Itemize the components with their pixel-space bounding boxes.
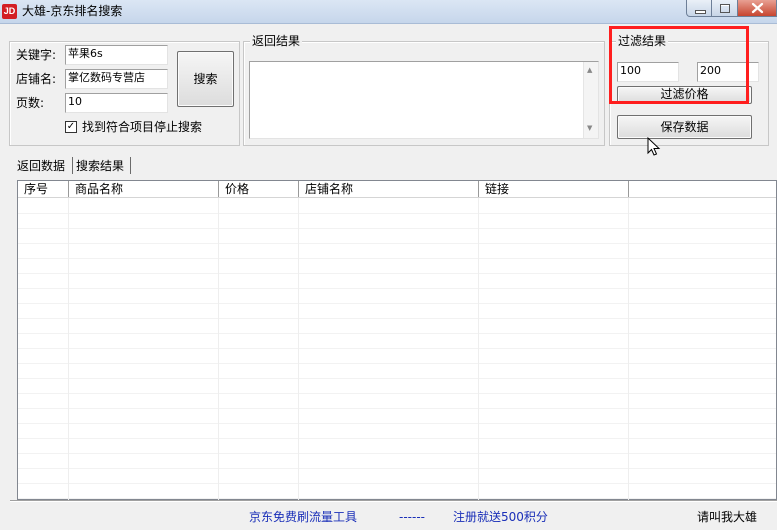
minimize-button[interactable] xyxy=(686,0,712,17)
column-header-index[interactable]: 序号 xyxy=(24,182,48,196)
table-row-line xyxy=(18,483,776,484)
status-separator-text: ------ xyxy=(399,510,425,524)
table-row-line xyxy=(18,333,776,334)
table-column-line xyxy=(478,198,479,500)
table-header: 序号 商品名称 价格 店铺名称 链接 xyxy=(18,181,776,198)
save-data-label: 保存数据 xyxy=(660,120,709,134)
table-row-line xyxy=(18,468,776,469)
table-row-line xyxy=(18,408,776,409)
table-row-line xyxy=(18,273,776,274)
table-row-line xyxy=(18,498,776,499)
app-icon: JD xyxy=(2,4,17,19)
column-header-product-name[interactable]: 商品名称 xyxy=(75,182,123,196)
column-separator[interactable] xyxy=(68,181,69,197)
table-column-line xyxy=(298,198,299,500)
shop-label: 店铺名: xyxy=(16,72,57,86)
table-row-line xyxy=(18,318,776,319)
tab-search-results[interactable]: 搜索结果 xyxy=(76,159,124,173)
close-button[interactable] xyxy=(738,0,777,17)
keyword-input[interactable]: 苹果6s xyxy=(65,45,168,65)
status-promo-text: 京东免费刷流量工具 xyxy=(249,510,358,524)
pages-label: 页数: xyxy=(16,96,45,110)
table-column-line xyxy=(68,198,69,500)
column-header-shop-name[interactable]: 店铺名称 xyxy=(305,182,353,196)
results-table[interactable]: 序号 商品名称 价格 店铺名称 链接 xyxy=(17,180,777,500)
table-row-line xyxy=(18,258,776,259)
search-button[interactable]: 搜索 xyxy=(177,51,234,107)
table-row-line xyxy=(18,438,776,439)
status-author-text: 请叫我大雄 xyxy=(697,510,758,524)
table-row-line xyxy=(18,228,776,229)
stop-search-label: 找到符合项目停止搜索 xyxy=(82,120,203,134)
table-row-line xyxy=(18,243,776,244)
table-column-line xyxy=(628,198,629,500)
close-icon xyxy=(751,2,764,14)
table-row-line xyxy=(18,423,776,424)
column-separator[interactable] xyxy=(478,181,479,197)
maximize-button[interactable] xyxy=(712,0,738,17)
minimize-icon xyxy=(695,10,706,14)
column-header-link[interactable]: 链接 xyxy=(485,182,509,196)
scroll-down-icon[interactable]: ▼ xyxy=(587,124,592,132)
status-register-text: 注册就送500积分 xyxy=(453,510,548,524)
table-row-line xyxy=(18,348,776,349)
table-column-line xyxy=(218,198,219,500)
result-group-title: 返回结果 xyxy=(250,34,303,48)
scroll-up-icon[interactable]: ▲ xyxy=(587,66,592,74)
table-row-line xyxy=(18,303,776,304)
keyword-label: 关键字: xyxy=(16,48,57,62)
column-separator[interactable] xyxy=(628,181,629,197)
pages-input[interactable]: 10 xyxy=(65,93,168,113)
maximize-icon xyxy=(720,4,730,13)
shop-input[interactable]: 掌亿数码专营店 xyxy=(65,69,168,89)
search-button-label: 搜索 xyxy=(193,72,218,86)
highlight-box xyxy=(609,26,749,104)
result-scrollbar[interactable]: ▲ ▼ xyxy=(583,62,598,138)
column-separator[interactable] xyxy=(298,181,299,197)
window-title: 大雄-京东排名搜索 xyxy=(22,4,123,18)
stop-search-checkbox[interactable]: ✓ xyxy=(65,121,77,133)
column-header-price[interactable]: 价格 xyxy=(225,182,249,196)
status-divider xyxy=(10,500,777,501)
table-row-line xyxy=(18,363,776,364)
tab-separator xyxy=(72,157,73,174)
table-row-line xyxy=(18,288,776,289)
result-textarea[interactable]: ▲ ▼ xyxy=(249,61,599,139)
save-data-button[interactable]: 保存数据 xyxy=(617,115,752,139)
table-row-line xyxy=(18,393,776,394)
column-separator[interactable] xyxy=(218,181,219,197)
tab-return-data[interactable]: 返回数据 xyxy=(17,159,65,173)
mouse-cursor-icon xyxy=(647,137,661,156)
tab-separator xyxy=(130,157,131,174)
table-row-line xyxy=(18,213,776,214)
table-row-line xyxy=(18,378,776,379)
table-row-line xyxy=(18,453,776,454)
